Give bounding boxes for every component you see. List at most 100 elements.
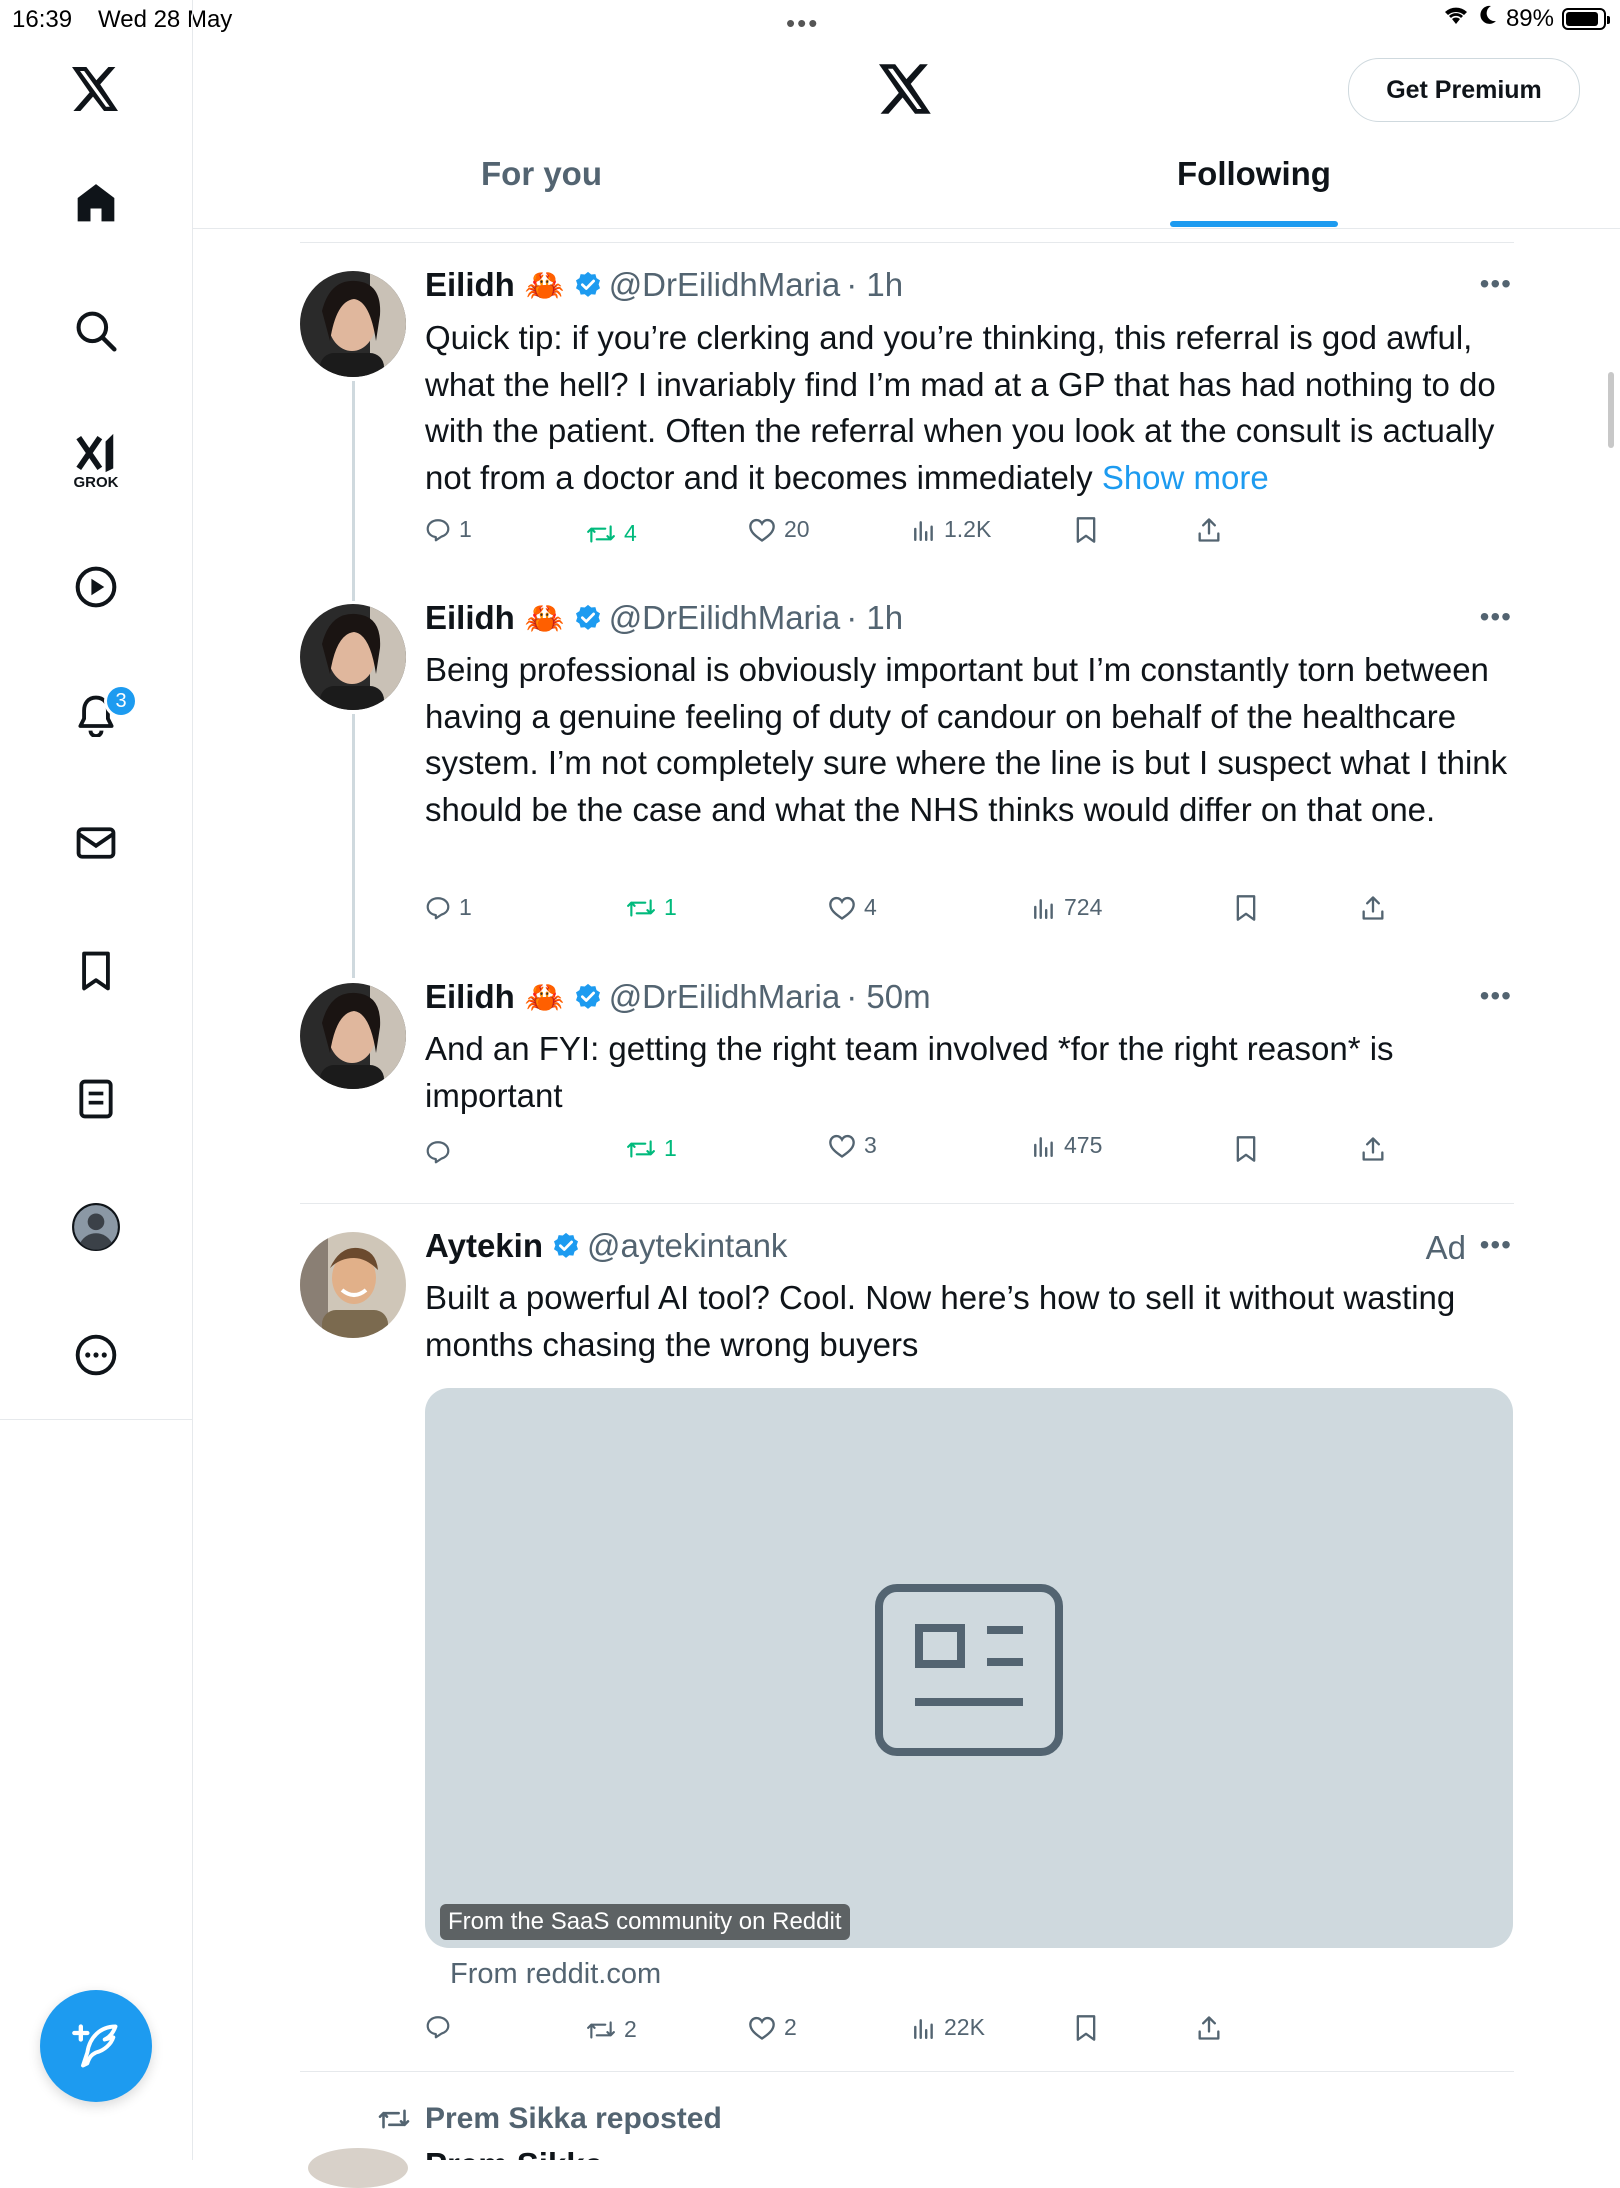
author-name[interactable]: Eilidh [425, 266, 515, 304]
share-icon [1362, 1137, 1384, 1161]
repost-button[interactable]: 2 [586, 2016, 637, 2043]
reply-button[interactable]: 1 [425, 894, 472, 921]
reply-button[interactable] [425, 1139, 459, 1165]
play-icon[interactable] [71, 562, 121, 612]
author-handle[interactable]: @aytekintank [587, 1227, 787, 1265]
like-count: 2 [784, 2014, 797, 2040]
active-tab-indicator [1170, 221, 1338, 227]
notification-badge: 3 [104, 684, 138, 718]
tab-following[interactable]: Following [1177, 155, 1331, 193]
list-icon[interactable] [71, 1074, 121, 1124]
get-premium-button[interactable]: Get Premium [1348, 58, 1580, 122]
share-button[interactable] [1196, 516, 1222, 544]
repost-button[interactable]: 1 [626, 894, 677, 921]
profile-icon[interactable] [71, 1202, 121, 1252]
more-options-icon[interactable]: ••• [1480, 1229, 1512, 1261]
tweet-header: Eilidh 🦀 @DrEilidhMaria · 1h [425, 599, 903, 637]
views-button[interactable]: 1.2K [912, 516, 991, 543]
tweet-time[interactable]: · 1h [846, 599, 903, 637]
reply-count: 1 [459, 516, 472, 542]
share-icon [1198, 518, 1220, 542]
repost-count: 1 [664, 894, 677, 920]
share-button[interactable] [1196, 2014, 1222, 2042]
avatar[interactable] [300, 604, 406, 710]
author-handle[interactable]: @DrEilidhMaria [609, 599, 841, 637]
avatar[interactable] [300, 271, 406, 377]
show-more-link[interactable]: Show more [1102, 459, 1269, 496]
crab-emoji: 🦀 [524, 600, 565, 636]
bookmark-button[interactable] [1234, 1135, 1258, 1163]
views-button[interactable]: 475 [1032, 1132, 1102, 1159]
x-logo-center-icon[interactable] [879, 64, 933, 119]
tweet-time[interactable]: · 50m [846, 978, 930, 1016]
sidebar-divider [0, 1419, 192, 1420]
repost-context[interactable]: Prem Sikka reposted [377, 2102, 722, 2136]
more-options-icon[interactable]: ••• [1480, 268, 1512, 300]
scrollbar[interactable] [1608, 372, 1614, 448]
feed-divider [300, 242, 1514, 243]
author-name[interactable]: Eilidh [425, 599, 515, 637]
grok-icon[interactable]: GROK [71, 424, 121, 496]
ad-label: Ad [1425, 1229, 1466, 1266]
reply-button[interactable] [425, 2014, 459, 2040]
battery-level [1566, 11, 1599, 26]
share-button[interactable] [1360, 1135, 1386, 1163]
avatar[interactable] [300, 1232, 406, 1338]
tweet-header: Eilidh 🦀 @DrEilidhMaria · 50m [425, 978, 931, 1016]
author-handle[interactable]: @DrEilidhMaria [609, 266, 841, 304]
multitasking-dots-icon[interactable]: ••• [786, 8, 819, 39]
share-button[interactable] [1360, 894, 1386, 922]
repost-icon [627, 898, 655, 917]
tweet-time[interactable]: · 1h [846, 266, 903, 304]
reply-button[interactable]: 1 [425, 516, 472, 543]
tweet-text: And an FYI: getting the right team invol… [425, 1030, 1394, 1114]
compose-button[interactable] [40, 1990, 152, 2102]
status-indicators: 89% [1442, 4, 1610, 33]
repost-button[interactable]: 1 [626, 1135, 677, 1162]
author-name[interactable]: Prem Sikka [425, 2146, 603, 2160]
heart-icon [829, 1134, 855, 1158]
views-button[interactable]: 22K [912, 2014, 985, 2041]
bookmark-button[interactable] [1074, 516, 1098, 544]
like-button[interactable]: 2 [748, 2014, 797, 2041]
reply-icon [426, 1141, 450, 1164]
tab-for-you[interactable]: For you [481, 155, 602, 193]
tweet-header: Eilidh 🦀 @DrEilidhMaria · 1h [425, 266, 903, 304]
envelope-icon[interactable] [71, 818, 121, 868]
bookmark-icon[interactable] [71, 946, 121, 996]
repost-icon [627, 1139, 655, 1158]
tweet-header: Aytekin @aytekintank [425, 1227, 787, 1265]
share-icon [1198, 2016, 1220, 2040]
reply-icon [426, 518, 450, 541]
view-count: 22K [944, 2014, 985, 2040]
link-card[interactable] [425, 1388, 1513, 1948]
author-name[interactable]: Aytekin [425, 1227, 543, 1265]
search-icon[interactable] [71, 306, 121, 356]
battery-icon [1562, 7, 1610, 30]
avatar[interactable] [308, 2148, 408, 2188]
repost-button[interactable]: 4 [586, 520, 637, 547]
like-button[interactable]: 20 [748, 516, 810, 543]
card-domain[interactable]: From reddit.com [450, 1958, 661, 1991]
reply-icon [426, 2016, 450, 2039]
view-count: 475 [1064, 1132, 1103, 1158]
article-placeholder-icon [875, 1584, 1063, 1756]
avatar[interactable] [300, 983, 406, 1089]
x-logo-icon[interactable] [71, 64, 121, 114]
home-icon[interactable] [71, 178, 121, 228]
like-button[interactable]: 3 [828, 1132, 877, 1159]
author-name[interactable]: Eilidh [425, 978, 515, 1016]
repost-icon [587, 2020, 615, 2039]
bookmark-button[interactable] [1234, 894, 1258, 922]
more-options-icon[interactable]: ••• [1480, 980, 1512, 1012]
bookmark-button[interactable] [1074, 2014, 1098, 2042]
heart-icon [749, 518, 775, 542]
view-count: 724 [1064, 894, 1103, 920]
views-button[interactable]: 724 [1032, 894, 1102, 921]
like-button[interactable]: 4 [828, 894, 877, 921]
bookmark-icon [1076, 517, 1096, 543]
repost-count: 4 [624, 520, 637, 546]
more-options-icon[interactable]: ••• [1480, 601, 1512, 633]
author-handle[interactable]: @DrEilidhMaria [609, 978, 841, 1016]
more-circle-icon[interactable] [71, 1330, 121, 1380]
